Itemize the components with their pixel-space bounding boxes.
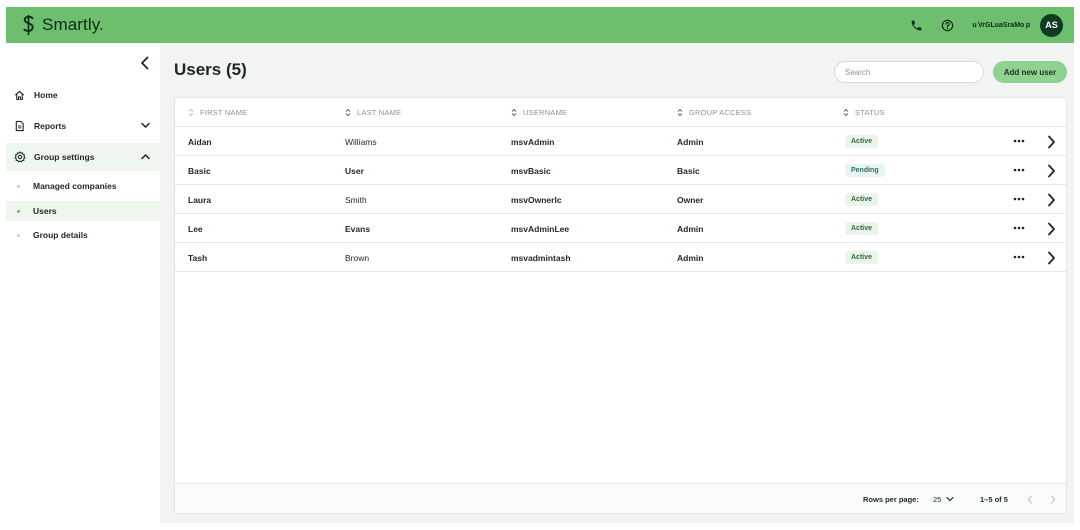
table-pagination: Rows per page: 25 1–5 of 5: [175, 483, 1066, 513]
chevron-right-icon[interactable]: [1047, 222, 1056, 236]
sort-icon: [677, 108, 683, 117]
cell-group-access: Basic: [677, 165, 700, 176]
brand-logo[interactable]: Smartly.: [21, 11, 104, 39]
cell-username: msvAdminLee: [511, 223, 570, 234]
help-circle-icon[interactable]: [939, 17, 955, 33]
add-new-user-button[interactable]: Add new user: [993, 61, 1067, 83]
more-horizontal-icon[interactable]: [1012, 165, 1026, 175]
cell-last-name: Williams: [345, 136, 377, 147]
rows-per-page-select[interactable]: 25: [933, 492, 954, 506]
sidebar-item-label: Group settings: [34, 152, 95, 162]
rows-per-page-label: Rows per page:: [863, 494, 919, 504]
table-row[interactable]: Lee Evans msvAdminLee Admin Active: [175, 214, 1066, 243]
cell-last-name: User: [345, 165, 364, 176]
search-input[interactable]: [834, 61, 984, 83]
column-header-username[interactable]: USERNAME: [511, 98, 567, 127]
cell-first-name: Aidan: [188, 136, 212, 147]
smartly-logo-icon: [23, 15, 34, 35]
cell-first-name: Laura: [188, 194, 212, 205]
chevron-right-icon[interactable]: [1047, 251, 1056, 265]
document-icon: [14, 120, 26, 132]
column-header-label: FIRST NAME: [200, 108, 248, 117]
sidebar-subitem-managed-companies[interactable]: Managed companies: [6, 176, 160, 196]
bullet-dot: [17, 209, 20, 213]
brand-name: Smartly.: [42, 15, 104, 34]
bullet-dot: [17, 184, 20, 188]
column-header-label: USERNAME: [523, 108, 568, 117]
sidebar-item-home[interactable]: Home: [6, 81, 160, 109]
sidebar-subitem-label: Managed companies: [33, 181, 117, 191]
cell-group-access: Owner: [677, 194, 704, 205]
sidebar-subitem-users[interactable]: Users: [6, 201, 160, 221]
sort-icon: [511, 108, 517, 117]
table-header: FIRST NAME LAST NAME USERNAME GROUP ACCE…: [175, 98, 1066, 127]
user-name[interactable]: u VrGLuaSraMo p: [972, 22, 1030, 29]
column-header-label: GROUP ACCESS: [689, 108, 752, 117]
sort-icon: [345, 108, 351, 117]
cell-group-access: Admin: [677, 223, 704, 234]
chevron-left-icon[interactable]: [139, 56, 151, 70]
table-row[interactable]: Basic User msvBasic Basic Pending: [175, 156, 1066, 185]
chevron-right-icon[interactable]: [1047, 135, 1056, 149]
column-header-status[interactable]: STATUS: [843, 98, 885, 127]
chevron-left-icon[interactable]: [1027, 495, 1033, 504]
chevron-right-icon[interactable]: [1047, 164, 1056, 178]
column-header-last-name[interactable]: LAST NAME: [345, 98, 401, 127]
status-badge: Active: [845, 222, 879, 235]
cell-username: msvBasic: [511, 165, 551, 176]
users-table: FIRST NAME LAST NAME USERNAME GROUP ACCE…: [174, 97, 1067, 514]
table-row[interactable]: Aidan Williams msvAdmin Admin Active: [175, 127, 1066, 156]
more-horizontal-icon[interactable]: [1012, 194, 1026, 204]
phone-icon[interactable]: [908, 17, 924, 33]
chevron-down-icon[interactable]: [141, 122, 150, 129]
cell-group-access: Admin: [677, 136, 704, 147]
cell-username: msvAdmin: [511, 136, 555, 147]
sidebar: Home Reports Group settings Managed comp…: [6, 43, 160, 523]
cell-first-name: Basic: [188, 165, 211, 176]
home-icon: [14, 89, 26, 101]
chevron-right-icon[interactable]: [1047, 193, 1056, 207]
status-badge: Active: [845, 251, 879, 264]
more-horizontal-icon[interactable]: [1012, 252, 1026, 262]
sidebar-item-label: Home: [34, 90, 58, 100]
avatar[interactable]: AS: [1040, 13, 1063, 37]
column-header-label: LAST NAME: [357, 108, 402, 117]
sidebar-subitem-label: Group details: [33, 230, 88, 240]
bullet-dot: [17, 233, 20, 237]
cell-group-access: Admin: [677, 252, 704, 263]
page-title: Users (5): [174, 60, 247, 79]
chevron-right-icon[interactable]: [1050, 495, 1056, 504]
rows-per-page-value: 25: [933, 494, 942, 504]
cell-username: msvadmintash: [511, 252, 571, 263]
main-content: Users (5) Add new user FIRST NAME LAST N…: [160, 43, 1074, 523]
sort-icon: [188, 108, 194, 117]
chevron-down-icon: [946, 496, 954, 502]
sort-icon: [843, 108, 849, 117]
top-bar: Smartly. u VrGLuaSraMo p AS: [6, 7, 1074, 43]
sidebar-subitem-group-details[interactable]: Group details: [6, 225, 160, 245]
cell-first-name: Tash: [188, 252, 208, 263]
column-header-label: STATUS: [855, 108, 885, 117]
sidebar-item-label: Reports: [34, 121, 67, 131]
column-header-first-name[interactable]: FIRST NAME: [188, 98, 247, 127]
cell-last-name: Smith: [345, 194, 367, 205]
status-badge: Active: [845, 135, 879, 148]
gear-icon: [14, 151, 26, 163]
cell-username: msvOwnerlc: [511, 194, 562, 205]
sidebar-item-reports[interactable]: Reports: [6, 112, 160, 140]
more-horizontal-icon[interactable]: [1012, 223, 1026, 233]
column-header-group-access[interactable]: GROUP ACCESS: [677, 98, 751, 127]
cell-first-name: Lee: [188, 223, 203, 234]
table-row[interactable]: Laura Smith msvOwnerlc Owner Active: [175, 185, 1066, 214]
cell-last-name: Evans: [345, 223, 371, 234]
cell-last-name: Brown: [345, 252, 370, 263]
sidebar-subitem-label: Users: [33, 206, 57, 216]
pagination-range: 1–5 of 5: [980, 494, 1008, 504]
chevron-up-icon[interactable]: [141, 153, 150, 160]
status-badge: Active: [845, 193, 879, 206]
table-row[interactable]: Tash Brown msvadmintash Admin Active: [175, 243, 1066, 272]
more-horizontal-icon[interactable]: [1012, 136, 1026, 146]
sidebar-item-group-settings[interactable]: Group settings: [6, 143, 160, 171]
status-badge: Pending: [845, 164, 885, 177]
